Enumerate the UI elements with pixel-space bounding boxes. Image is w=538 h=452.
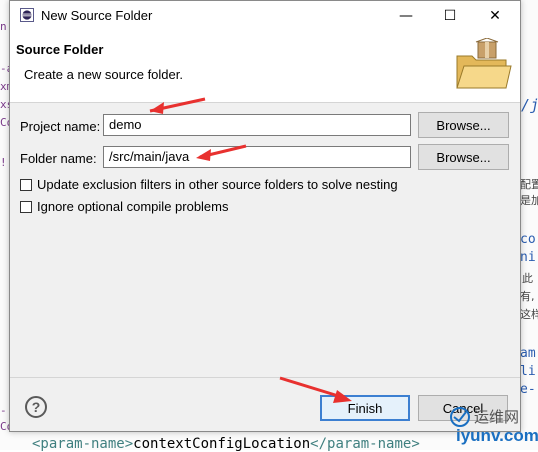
editor-fragment: li xyxy=(520,364,536,379)
editor-fragment: /j xyxy=(521,96,538,114)
update-exclusion-checkbox[interactable] xyxy=(20,178,32,191)
maximize-button[interactable]: ☐ xyxy=(428,1,472,30)
update-exclusion-option[interactable]: Update exclusion filters in other source… xyxy=(20,177,398,192)
folder-name-label: Folder name: xyxy=(20,151,97,166)
dialog-header: Source Folder Create a new source folder… xyxy=(10,30,520,103)
browse-project-button[interactable]: Browse... xyxy=(418,112,509,138)
editor-fragment: 有, xyxy=(520,290,535,303)
header-title: Source Folder xyxy=(16,42,104,57)
header-description: Create a new source folder. xyxy=(24,67,183,82)
folder-name-input[interactable]: /src/main/java xyxy=(103,146,411,168)
watermark-logo-icon xyxy=(450,407,470,427)
editor-fragment: - xyxy=(0,404,7,417)
editor-fragment: ! xyxy=(0,156,7,169)
help-icon[interactable]: ? xyxy=(25,396,47,418)
title-bar: New Source Folder — ☐ ✕ xyxy=(10,1,520,30)
minimize-button[interactable]: — xyxy=(384,1,428,30)
ignore-problems-label: Ignore optional compile problems xyxy=(37,199,229,214)
editor-fragment: 是加 xyxy=(520,194,538,207)
editor-fragment: 这样 xyxy=(520,308,538,321)
close-button[interactable]: ✕ xyxy=(473,1,517,30)
ignore-problems-option[interactable]: Ignore optional compile problems xyxy=(20,199,229,214)
watermark-cn-text: 运维网 xyxy=(474,408,520,426)
update-exclusion-label: Update exclusion filters in other source… xyxy=(37,177,398,192)
editor-fragment: co xyxy=(520,232,536,247)
form-body: Project name: demo Browse... Folder name… xyxy=(10,103,520,365)
eclipse-icon xyxy=(20,8,34,22)
new-source-folder-dialog: New Source Folder — ☐ ✕ Source Folder Cr… xyxy=(9,0,521,432)
site-watermark: 运维网 iyunv.com xyxy=(442,404,538,450)
button-bar-separator xyxy=(10,377,520,378)
editor-fragment: ni xyxy=(520,250,536,265)
browse-folder-button[interactable]: Browse... xyxy=(418,144,509,170)
project-name-label: Project name: xyxy=(20,119,101,134)
ignore-problems-checkbox[interactable] xyxy=(20,200,32,213)
editor-fragment: 配置 xyxy=(520,178,538,191)
dialog-title: New Source Folder xyxy=(41,8,153,23)
editor-fragment: 此 xyxy=(522,272,533,285)
watermark-domain: iyunv.com xyxy=(456,426,538,445)
source-folder-icon xyxy=(456,38,512,89)
finish-button[interactable]: Finish xyxy=(320,395,410,421)
project-name-input[interactable]: demo xyxy=(103,114,411,136)
editor-fragment: am xyxy=(520,346,536,361)
editor-fragment: e- xyxy=(520,382,536,397)
